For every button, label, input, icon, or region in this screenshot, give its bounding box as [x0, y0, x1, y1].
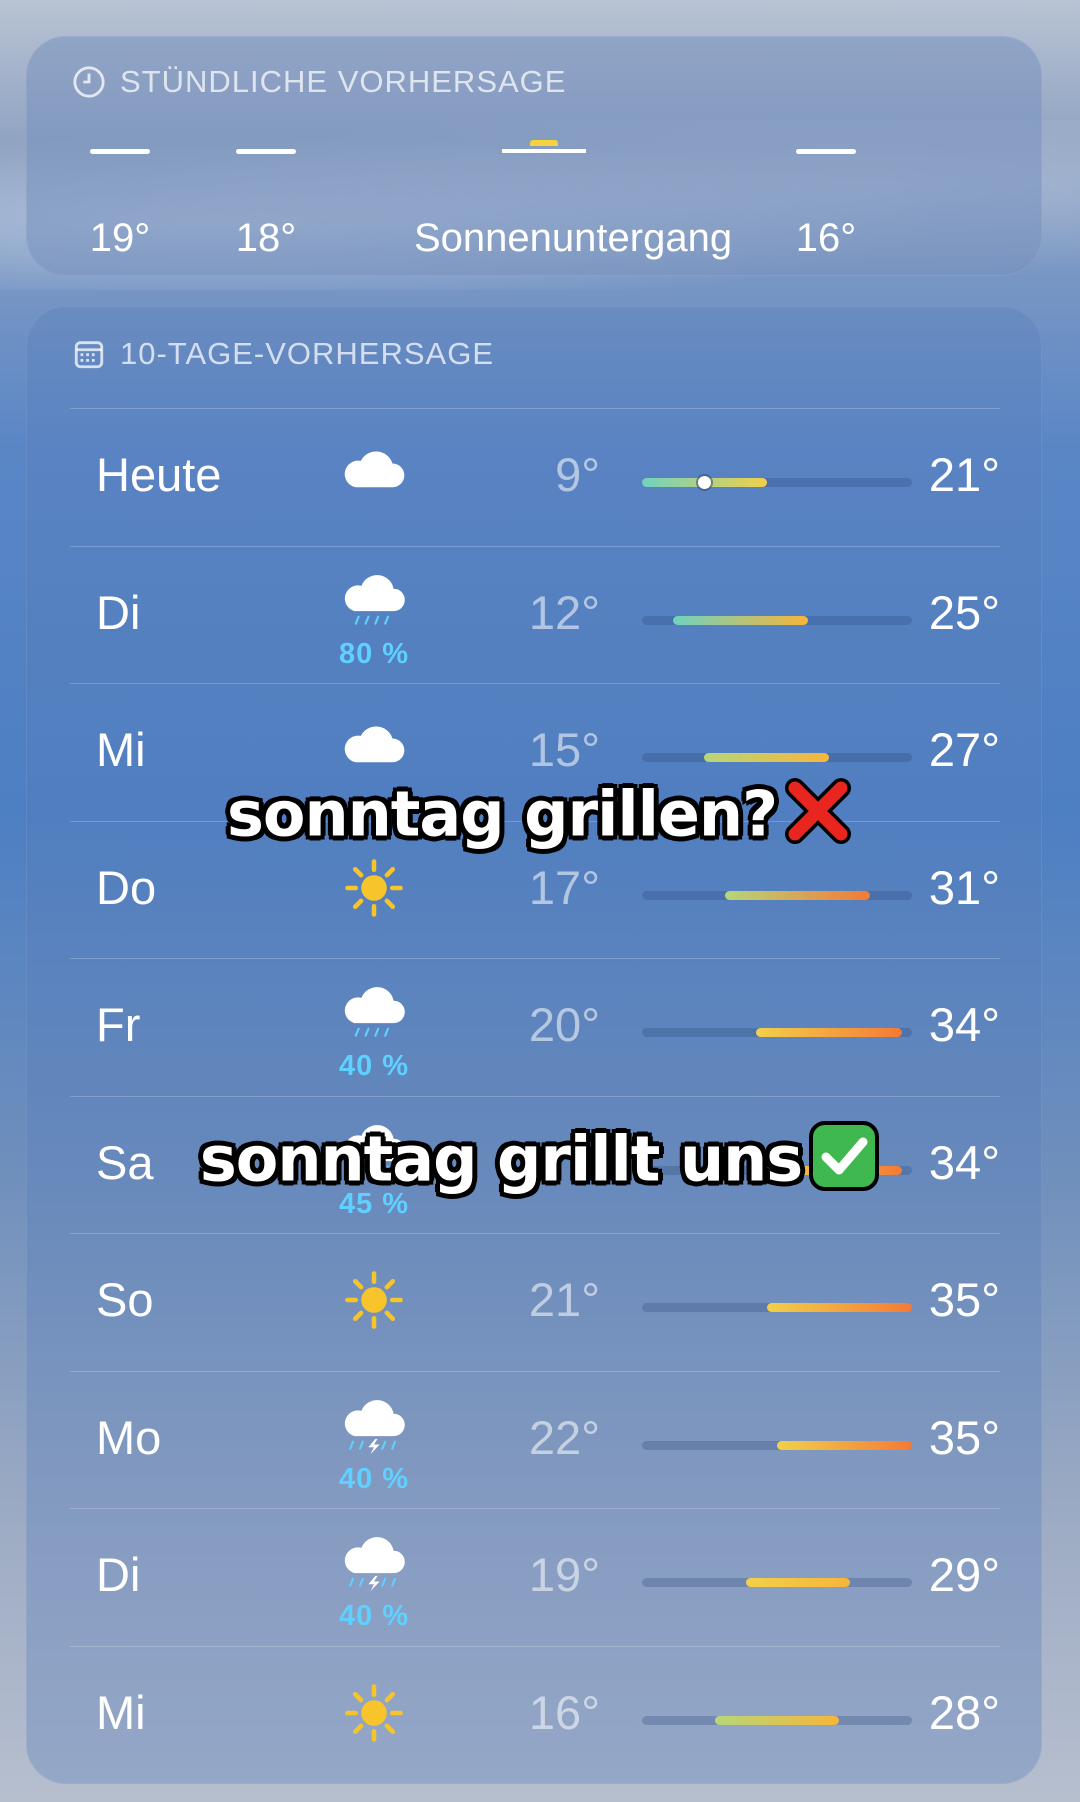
temperature-range-bar — [642, 1715, 912, 1725]
calendar-icon — [74, 341, 104, 369]
hourly-value: 16° — [795, 216, 857, 260]
caption-overlay-2: sonntag grillt uns — [0, 1120, 1080, 1207]
day-label: Mi — [96, 1685, 146, 1739]
low-temperature: 17° — [528, 860, 600, 914]
high-temperature: 35° — [928, 1273, 1000, 1326]
forecast-day-row[interactable]: So 21° 35° — [70, 1233, 1000, 1371]
high-temperature: 21° — [928, 448, 1000, 501]
hourly-item: Sonnenuntergang — [414, 136, 733, 261]
weather-icon-cell: 80 % — [324, 573, 424, 670]
high-temperature: 25° — [928, 585, 1000, 639]
daily-header: 10-TAGE-VORHERSAGE — [72, 336, 494, 372]
sunset-icon — [414, 136, 674, 166]
day-label: So — [96, 1273, 154, 1326]
temperature-range-bar — [642, 615, 912, 625]
hourly-header: STÜNDLICHE VORHERSAGE — [72, 64, 566, 100]
cloud-rain-icon — [339, 985, 409, 1048]
temperature-range-fill — [725, 890, 871, 900]
sun-icon — [342, 1681, 406, 1750]
hourly-item: 16° — [716, 136, 936, 261]
day-label: Do — [96, 860, 157, 914]
weather-icon-cell: 40 % — [324, 985, 424, 1082]
ten-day-forecast-card[interactable]: 10-TAGE-VORHERSAGE Heute 9° 21° Di 80 % 12° 25… — [26, 306, 1042, 1784]
high-temperature: 29° — [928, 1548, 1000, 1601]
day-label: Heute — [96, 448, 222, 501]
low-temperature: 9° — [555, 448, 600, 501]
weather-icon-cell: 40 % — [324, 1535, 424, 1632]
cloud-dash-icon — [156, 136, 376, 166]
sun-icon — [342, 856, 406, 925]
temperature-range-bar — [642, 476, 912, 489]
hourly-forecast-card[interactable]: STÜNDLICHE VORHERSAGE 19° 18° Sonnenunterg… — [26, 36, 1042, 276]
low-temperature: 20° — [528, 998, 600, 1051]
low-temperature: 15° — [528, 723, 600, 776]
forecast-day-row[interactable]: Mo 40 % 22° 35° — [70, 1370, 1000, 1509]
temperature-range-fill — [714, 1715, 840, 1725]
temperature-range-fill — [777, 1440, 912, 1450]
high-temperature: 35° — [928, 1410, 1000, 1464]
precipitation-chance: 40 % — [338, 1462, 410, 1495]
temperature-range-bar — [642, 890, 912, 900]
cloud-icon — [341, 449, 407, 495]
precipitation-chance: 40 % — [338, 1050, 410, 1082]
temperature-range-bar — [642, 1578, 912, 1587]
low-temperature: 21° — [528, 1273, 600, 1326]
day-label: Di — [96, 1548, 141, 1601]
forecast-day-row[interactable]: Mi 16° 28° — [70, 1645, 1000, 1784]
cloud-rain-icon — [339, 573, 409, 636]
temperature-range-fill — [766, 1303, 912, 1312]
weather-icon-cell — [324, 1673, 424, 1763]
daily-title: 10-TAGE-VORHERSAGE — [120, 336, 495, 371]
hourly-title: STÜNDLICHE VORHERSAGE — [120, 64, 567, 99]
forecast-day-row[interactable]: Di 80 % 12° 25° — [70, 545, 1000, 684]
cloud-bolt-rain-icon — [339, 1398, 409, 1461]
hourly-value: 18° — [235, 216, 297, 260]
precipitation-chance: 80 % — [338, 637, 410, 670]
temperature-range-fill — [704, 753, 829, 762]
temperature-range-fill — [745, 1578, 850, 1587]
low-temperature: 16° — [528, 1685, 600, 1739]
high-temperature: 27° — [928, 723, 1000, 776]
high-temperature: 28° — [928, 1685, 1000, 1739]
sun-icon — [342, 1268, 406, 1337]
caption-text-2: sonntag grillt uns — [199, 1122, 803, 1196]
temperature-range-fill — [673, 615, 809, 625]
clock-icon — [73, 66, 105, 98]
caption-text-1: sonntag grillen? — [226, 777, 778, 851]
cross-mark-icon — [783, 776, 853, 861]
cloud-bolt-rain-icon — [339, 1535, 409, 1598]
weather-icon-cell — [324, 1260, 424, 1350]
low-temperature: 12° — [528, 585, 600, 639]
weather-icon-cell: 40 % — [324, 1398, 424, 1495]
forecast-day-row[interactable]: Di 40 % 19° 29° — [70, 1508, 1000, 1646]
temperature-range-bar — [642, 753, 912, 762]
check-mark-icon — [808, 1120, 880, 1207]
cloud-icon — [341, 724, 407, 770]
low-temperature: 19° — [528, 1548, 600, 1601]
day-label: Mo — [96, 1410, 162, 1464]
temperature-range-bar — [642, 1440, 912, 1450]
temperature-range-fill — [756, 1028, 902, 1037]
weather-icon-cell — [324, 848, 424, 938]
temperature-range-bar — [642, 1303, 912, 1312]
hourly-value: Sonnenuntergang — [414, 216, 733, 260]
cloud-dash-icon — [716, 136, 936, 166]
hourly-item: 18° — [156, 136, 376, 261]
high-temperature: 34° — [928, 998, 1000, 1051]
caption-overlay-1: sonntag grillen? — [0, 776, 1080, 861]
forecast-day-row[interactable]: Fr 40 % 20° 34° — [70, 958, 1000, 1096]
forecast-day-row[interactable]: Heute 9° 21° — [70, 408, 1000, 546]
weather-icon-cell — [324, 435, 424, 525]
precipitation-chance: 40 % — [338, 1600, 410, 1632]
low-temperature: 22° — [528, 1410, 600, 1464]
current-temperature-dot — [698, 476, 712, 489]
day-label: Di — [96, 585, 141, 639]
day-label: Fr — [96, 998, 141, 1051]
day-label: Mi — [96, 723, 146, 776]
temperature-range-bar — [642, 1028, 912, 1037]
high-temperature: 31° — [928, 860, 1000, 914]
